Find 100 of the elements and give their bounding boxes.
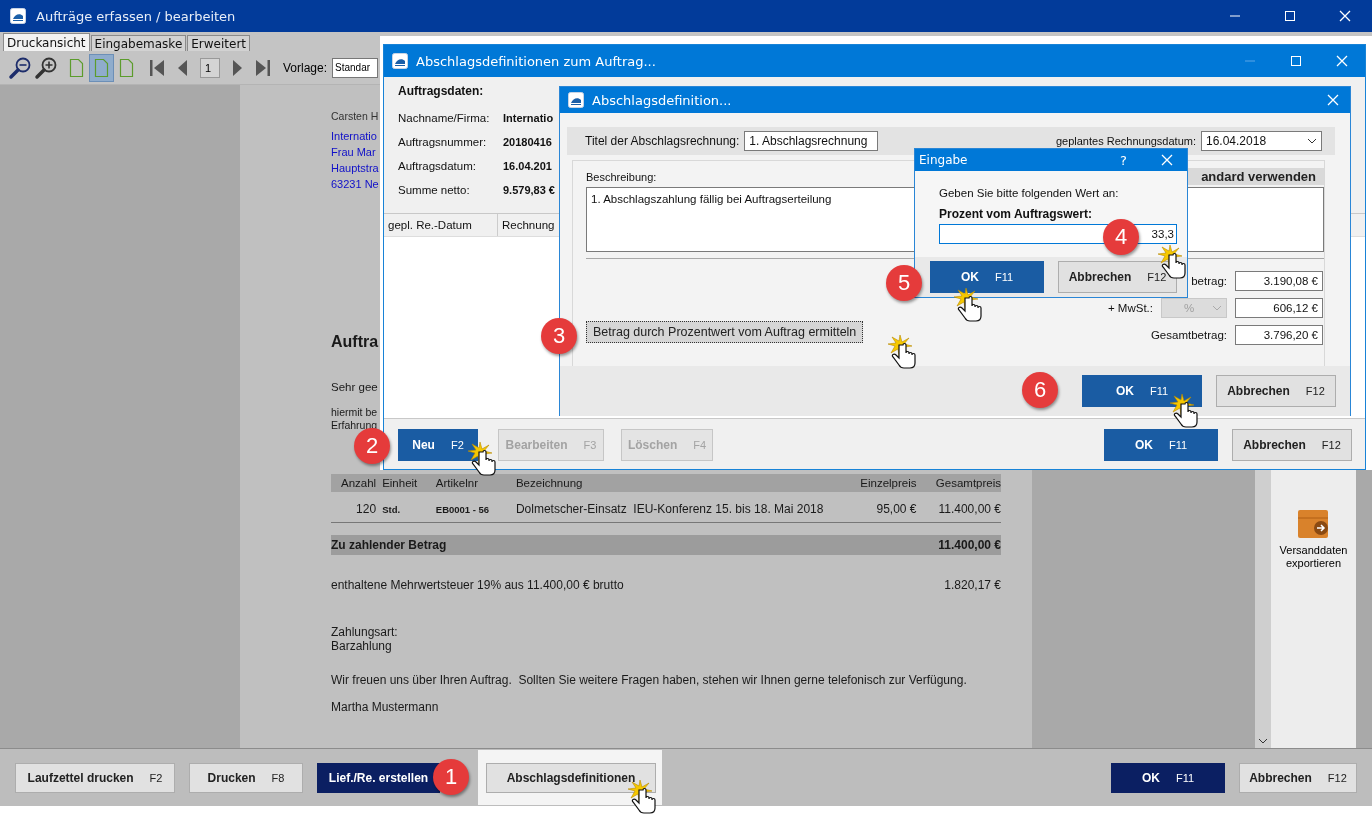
field-label: Summe netto:	[398, 184, 470, 196]
column-header[interactable]: Rechnung	[498, 219, 555, 231]
field-label: Auftragsnummer:	[398, 136, 487, 148]
field-value: 20180416	[503, 136, 552, 148]
address-line: Internatio	[331, 129, 377, 144]
ok-button[interactable]: OK F11	[1082, 375, 1202, 407]
total-value: 11.400,00 €	[938, 538, 1001, 552]
cancel-button[interactable]: Abbrechen F12	[1232, 429, 1352, 461]
help-button[interactable]: ?	[1120, 152, 1127, 168]
title-field[interactable]: 1. Abschlagsrechnung	[744, 131, 879, 151]
cancel-button[interactable]: Abbrechen F12	[1058, 261, 1177, 293]
greeting: Sehr gee	[331, 380, 378, 394]
payment-label: Zahlungsart:	[331, 625, 398, 639]
field-value: 9.579,83 €	[503, 184, 555, 196]
template-label: Vorlage:	[283, 60, 328, 75]
column-header[interactable]: gepl. Re.-Datum	[384, 214, 498, 236]
table-cell: Std.	[382, 503, 401, 515]
column-header: Artikelnr	[435, 477, 478, 489]
template-dropdown[interactable]: Standar	[332, 57, 379, 78]
field-label: Nachname/Firma:	[398, 112, 490, 124]
close-icon[interactable]	[1161, 154, 1173, 166]
ok-button[interactable]: OK F11	[1104, 429, 1218, 461]
close-icon[interactable]	[1336, 55, 1348, 67]
field-label: Titel der Abschlagsrechnung:	[585, 134, 740, 148]
zoom-in-icon[interactable]	[34, 55, 58, 80]
letter-heading: Auftra	[331, 332, 379, 352]
maximize-icon[interactable]	[1283, 10, 1296, 22]
field-value: 16.04.201	[503, 160, 552, 172]
ok-button[interactable]: OK F11	[1111, 762, 1225, 793]
calculate-percent-button[interactable]: Betrag durch Prozentwert vom Auftrag ermitteln	[586, 321, 864, 343]
column-header: Einheit	[382, 477, 418, 489]
amount-label: Gesamtbetrag:	[1150, 329, 1227, 341]
partial-invoices-button[interactable]: Abschlagsdefinitionen	[486, 762, 656, 793]
total-label: Zu zahlender Betrag	[331, 538, 447, 552]
prompt-text: Geben Sie bitte folgenden Wert an:	[939, 186, 1120, 200]
maximize-icon[interactable]	[1290, 55, 1302, 67]
section-heading: Auftragsdaten:	[398, 83, 485, 99]
vat-value: 1.820,17 €	[944, 578, 1001, 592]
table-cell: EB0001 - 56	[435, 503, 490, 515]
payment-method: Barzahlung	[331, 639, 392, 653]
page-icon	[94, 57, 109, 78]
last-page-icon[interactable]	[255, 58, 271, 77]
amount-label: betrag:	[1191, 275, 1227, 287]
field-label: Beschreibung:	[586, 170, 657, 183]
field-value: Internatio	[503, 112, 554, 124]
table-cell: 95,00 €	[876, 502, 917, 516]
print-slip-button[interactable]: Laufzettel drucken F2	[15, 762, 175, 793]
print-button[interactable]: Drucken F8	[189, 762, 303, 793]
closing-text: Wir freuen uns über Ihren Auftrag. Sollten Sie weitere Fragen haben, stehen wir Ihnen gerne telefonisch zur Verfügung.	[331, 673, 967, 687]
app-icon	[10, 8, 26, 24]
page-icon	[69, 57, 84, 78]
field-label: Prozent vom Auftragswert:	[939, 207, 1093, 221]
signature: Martha Mustermann	[331, 700, 439, 714]
window-title: Aufträge erfassen / bearbeiten	[36, 8, 236, 24]
tab[interactable]: Erweitert	[187, 35, 251, 51]
table-cell: Dolmetscher-Einsatz IEU-Konferenz 15. bis 18. Mai 2018	[515, 502, 824, 516]
previous-page-icon[interactable]	[177, 58, 188, 77]
column-header: Anzahl	[340, 477, 377, 489]
amount-field[interactable]: 606,12 €	[1235, 298, 1323, 318]
close-icon[interactable]	[1327, 94, 1339, 106]
table-cell: 120	[356, 502, 377, 516]
use-standard-button[interactable]: andard verwenden	[1188, 168, 1324, 185]
address-line: 63231 Ne	[331, 177, 379, 192]
chevron-down-icon	[1307, 138, 1317, 144]
ok-button[interactable]: OK F11	[930, 261, 1044, 293]
field-label: geplantes Rechnungsdatum:	[1055, 134, 1196, 148]
create-invoice-button[interactable]: Lief./Re. erstellen	[317, 762, 440, 793]
app-icon	[392, 53, 408, 69]
amount-field[interactable]: 3.190,08 €	[1235, 271, 1323, 291]
letter-text: hiermit be	[331, 406, 378, 419]
vat-text: enthaltene Mehrwertsteuer 19% aus 11.400,00 € brutto	[331, 578, 624, 592]
dialog-title: Abschlagsdefinition...	[592, 92, 732, 108]
tab[interactable]: Eingabemaske	[90, 35, 187, 51]
address-line: Frau Mar	[331, 145, 376, 160]
column-header: Gesamtpreis	[935, 477, 1001, 489]
date-dropdown[interactable]: 16.04.2018	[1201, 131, 1322, 151]
page-icon	[119, 57, 134, 78]
amount-label: + MwSt.:	[1107, 302, 1153, 314]
tab[interactable]: Druckansicht	[3, 33, 90, 51]
table-cell: 11.400,00 €	[938, 502, 1001, 516]
new-button[interactable]: Neu F2	[398, 429, 478, 461]
dialog-title: Abschlagsdefinitionen zum Auftrag...	[416, 53, 656, 69]
page-number-field[interactable]: 1	[200, 57, 220, 78]
column-header: Einzelpreis	[860, 477, 917, 489]
column-header: Bezeichnung	[515, 477, 583, 489]
scroll-down-icon[interactable]	[1258, 738, 1268, 744]
first-page-icon[interactable]	[149, 58, 165, 77]
address-line: Hauptstra	[331, 161, 379, 176]
field-label: Auftragsdatum:	[398, 160, 476, 172]
dialog-title: Eingabe	[919, 153, 968, 167]
export-label[interactable]: Versanddaten exportieren	[1277, 544, 1350, 570]
next-page-icon[interactable]	[232, 58, 243, 77]
chevron-down-icon	[1212, 305, 1222, 311]
sender-line: Carsten H	[331, 109, 379, 123]
cancel-button[interactable]: Abbrechen F12	[1216, 375, 1336, 407]
close-icon[interactable]	[1338, 10, 1351, 22]
app-icon	[568, 92, 584, 108]
amount-field[interactable]: 3.796,20 €	[1235, 325, 1323, 345]
cancel-button[interactable]: Abbrechen F12	[1239, 762, 1357, 793]
zoom-out-icon[interactable]	[8, 55, 32, 80]
